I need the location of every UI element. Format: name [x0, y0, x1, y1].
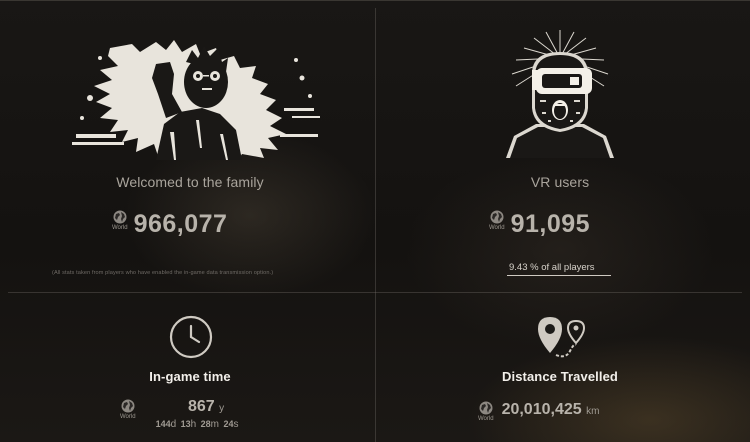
time-stat: World 867 y 144d 13h 28m 24s	[120, 399, 238, 431]
world-scope: World	[489, 210, 505, 231]
hours-unit: h	[190, 419, 197, 430]
map-route-icon	[538, 317, 586, 358]
distance-title: Distance Travelled	[502, 369, 618, 384]
vr-percentage: 9.43 % of all players	[509, 262, 595, 273]
time-breakdown: 867 y 144d 13h 28m 24s	[156, 399, 239, 431]
time-title: In-game time	[149, 369, 231, 384]
vr-count: 91,095	[510, 210, 591, 238]
data-disclaimer: (All stats taken from players who have e…	[52, 270, 274, 276]
vr-headset-man-illustration	[506, 30, 614, 158]
vr-title: VR users	[530, 174, 590, 190]
years-unit: y	[219, 403, 225, 414]
family-count: 966,077	[133, 210, 228, 238]
vertical-divider	[375, 8, 376, 442]
world-scope: World	[478, 401, 494, 422]
vr-percent-value: 9.43	[509, 262, 528, 273]
days-value: 144	[155, 419, 171, 429]
screaming-man-illustration	[72, 40, 320, 160]
time-dhms: 144d 13h 28m 24s	[156, 417, 239, 431]
globe-icon	[121, 399, 135, 413]
world-scope: World	[112, 210, 128, 231]
distance-value: 20,010,425	[501, 401, 582, 418]
family-stat: World 966,077	[112, 210, 227, 239]
days-unit: d	[170, 419, 177, 430]
seconds-unit: s	[233, 419, 239, 430]
percent-underline	[507, 275, 611, 276]
hours-value: 13	[180, 419, 191, 429]
minutes-value: 28	[200, 419, 211, 429]
distance-unit: km	[586, 406, 600, 417]
distance-stat: World 20,010,425 km	[478, 401, 599, 422]
vr-stat: World 91,095	[489, 210, 590, 239]
stats-page: Welcomed to the family World 966,077 (Al…	[0, 0, 750, 442]
vr-percent-suffix: % of all players	[530, 262, 595, 273]
scope-label: World	[489, 225, 505, 231]
family-title: Welcomed to the family	[116, 174, 264, 190]
distance-value-group: 20,010,425 km	[502, 401, 600, 421]
years-value: 867	[187, 398, 215, 415]
top-edge	[0, 0, 750, 1]
globe-icon	[113, 210, 127, 224]
scope-label: World	[112, 225, 128, 231]
world-scope: World	[120, 399, 136, 420]
minutes-unit: m	[210, 419, 219, 430]
clock-icon	[169, 315, 213, 359]
seconds-value: 24	[223, 419, 234, 429]
scope-label: World	[120, 414, 136, 420]
scope-label: World	[478, 416, 494, 422]
globe-icon	[479, 401, 493, 415]
horizontal-divider	[8, 292, 742, 293]
globe-icon	[490, 210, 504, 224]
